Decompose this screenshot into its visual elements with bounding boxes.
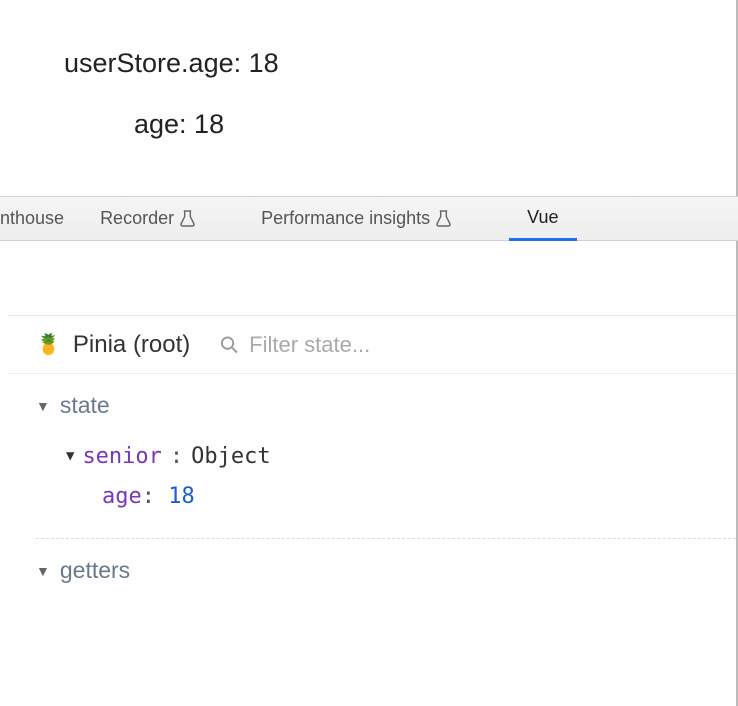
object-key: age (102, 484, 142, 509)
state-row-senior[interactable]: ▼ senior: Object (66, 437, 736, 477)
state-panel: ▼ state ▼ senior: Object age: 18 ▼ gette… (8, 374, 736, 584)
devtools-body: 🍍 Pinia (root) ▼ state ▼ senior: Object (0, 241, 738, 706)
tab-label: Vue (527, 207, 558, 228)
getters-section-header[interactable]: ▼ getters (36, 557, 736, 584)
state-section-header[interactable]: ▼ state (36, 392, 736, 419)
tab-label: Recorder (100, 208, 174, 229)
inspector-title: Pinia (root) (73, 331, 190, 359)
page-content: userStore.age: 18 age: 18 (0, 0, 738, 196)
chevron-down-icon: ▼ (36, 398, 50, 414)
tab-performance-insights[interactable]: Performance insights (243, 197, 469, 240)
devtools-tab-bar: nthouse Recorder Performance insights Vu… (0, 196, 738, 241)
beaker-icon (180, 210, 195, 227)
inspector-header: 🍍 Pinia (root) (8, 316, 736, 374)
filter-wrap (220, 332, 730, 358)
beaker-icon (436, 210, 451, 227)
tab-vue[interactable]: Vue (509, 198, 576, 241)
colon: : (142, 484, 155, 509)
tab-lighthouse[interactable]: nthouse (0, 197, 82, 240)
object-value: 18 (168, 484, 195, 509)
chevron-down-icon: ▼ (66, 444, 74, 469)
user-store-age-text: userStore.age: 18 (64, 48, 736, 79)
age-text: age: 18 (134, 109, 736, 140)
section-divider (36, 538, 736, 539)
pinia-icon: 🍍 (36, 335, 61, 355)
object-key: senior (82, 437, 161, 477)
tab-label: Performance insights (261, 208, 430, 229)
object-type: Object (191, 437, 270, 477)
search-icon (220, 335, 239, 355)
inspector-panel: 🍍 Pinia (root) ▼ state ▼ senior: Object (8, 315, 736, 584)
tab-recorder[interactable]: Recorder (82, 197, 213, 240)
state-row-age[interactable]: age: 18 (66, 477, 736, 517)
tab-label: nthouse (0, 208, 64, 229)
section-label: getters (60, 557, 130, 584)
state-body: ▼ senior: Object age: 18 (36, 437, 736, 516)
chevron-down-icon: ▼ (36, 563, 50, 579)
colon: : (170, 437, 183, 477)
filter-state-input[interactable] (249, 332, 730, 358)
section-label: state (60, 392, 110, 419)
